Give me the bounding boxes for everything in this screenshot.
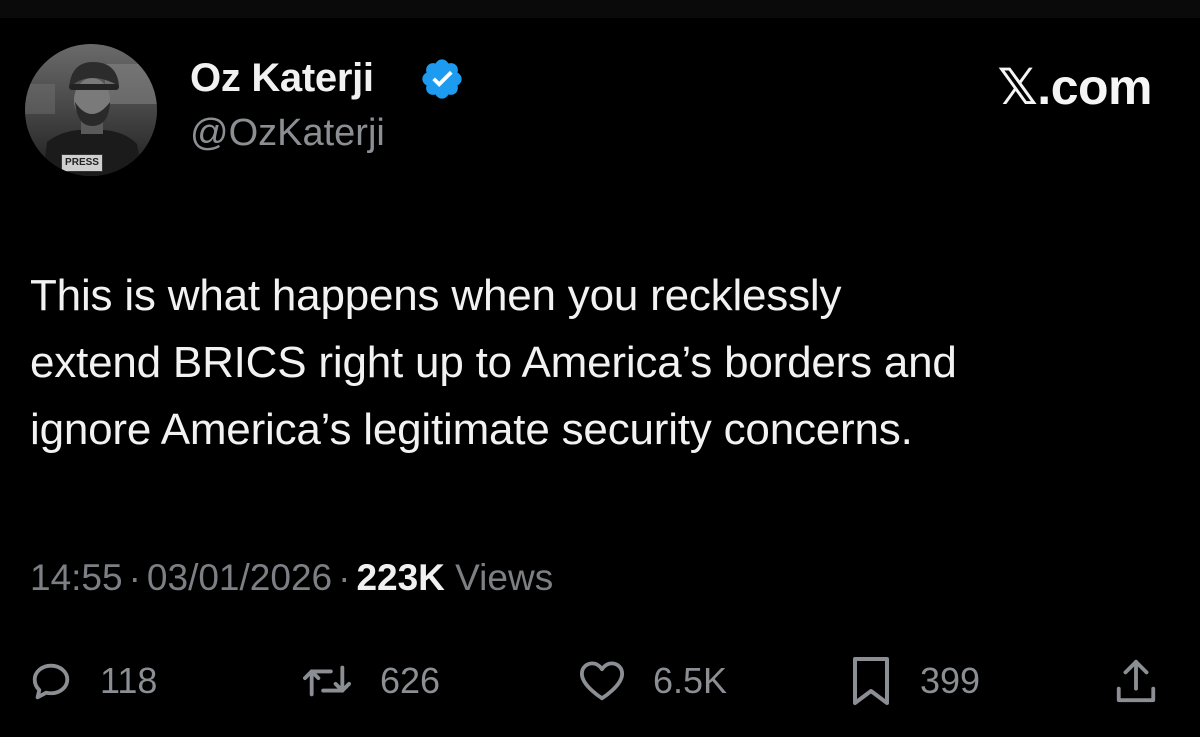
repost-count: 626: [380, 660, 441, 701]
like-count: 6.5K: [653, 660, 728, 701]
share-icon: [1116, 659, 1156, 703]
views-count: 223K: [356, 557, 445, 598]
author-name[interactable]: Oz Katerji: [190, 56, 374, 101]
reply-icon: [32, 663, 70, 700]
like-button[interactable]: 6.5K: [577, 653, 727, 709]
tweet-text-line: This is what happens when you recklessly: [30, 271, 842, 320]
tweet-time[interactable]: 14:55: [30, 557, 123, 598]
like-icon: [579, 661, 625, 701]
share-button[interactable]: [1113, 653, 1159, 709]
tweet-text-line: extend BRICS right up to America’s borde…: [30, 338, 957, 387]
reply-button[interactable]: 118: [28, 653, 157, 709]
views-label: Views: [455, 557, 554, 598]
bookmark-count: 399: [920, 660, 981, 701]
tweet-card: PRESS Oz Katerji @OzKaterji 𝕏.com This i…: [0, 0, 1200, 737]
tweet-date[interactable]: 03/01/2026: [147, 557, 332, 598]
tweet-meta: 14:55 · 03/01/2026 · 223K Views: [30, 557, 553, 599]
author-handle[interactable]: @OzKaterji: [190, 112, 385, 155]
meta-separator: ·: [338, 557, 351, 598]
avatar-press-badge: PRESS: [61, 154, 103, 172]
bookmark-button[interactable]: 399: [848, 653, 980, 709]
x-logo-suffix: .com: [1037, 59, 1152, 115]
repost-icon: [303, 665, 351, 697]
verified-badge-icon: [422, 59, 462, 99]
bookmark-icon: [853, 657, 889, 705]
x-com-logo: 𝕏.com: [998, 58, 1153, 116]
tweet-text: This is what happens when you recklessly…: [30, 262, 1190, 463]
reply-count: 118: [100, 660, 158, 701]
meta-separator: ·: [128, 557, 141, 598]
author-avatar[interactable]: PRESS: [25, 44, 157, 176]
tweet-text-line: ignore America’s legitimate security con…: [30, 405, 913, 454]
repost-button[interactable]: 626: [300, 653, 440, 709]
x-logo-icon: 𝕏: [997, 58, 1038, 116]
